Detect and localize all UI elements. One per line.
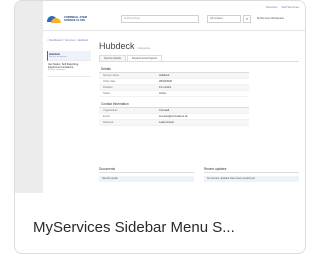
- row-value: Active: [159, 92, 167, 95]
- contact-row: Relevant Lead contact: [99, 120, 249, 126]
- row-value: Cornwall: [159, 109, 170, 112]
- thumbnail: Services Self Services CORNWALL STEM SCI…: [15, 1, 305, 193]
- documents-title: Documents: [99, 167, 194, 173]
- row-key: Service name: [103, 74, 119, 77]
- contact-section: Contact information Organisation Cornwall…: [99, 101, 249, 126]
- sidebar-item-hubdeck: Hubdeck Service navigation: [47, 51, 91, 61]
- row-value: Lead contact: [159, 121, 174, 124]
- search-icon: ⌕: [243, 15, 251, 23]
- row-value: services@cornwall.ac.uk: [159, 115, 188, 118]
- row-value: Hubdeck: [159, 74, 170, 77]
- updates-title: Recent updates: [204, 167, 299, 173]
- contact-title: Contact information: [99, 101, 249, 108]
- updates-row: No service updates have been posted yet: [204, 176, 299, 182]
- row-key: Relevant: [103, 121, 114, 124]
- main-content: Hubdeck Categories Service details Depar…: [99, 41, 299, 126]
- page-header: CORNWALL STEM SCIENCE CLASS Find Anythin…: [43, 9, 305, 31]
- row-value: 28/10/2020: [159, 80, 172, 83]
- template-card[interactable]: Services Self Services CORNWALL STEM SCI…: [14, 0, 306, 254]
- tab-service-details: Service details: [99, 55, 126, 61]
- logo-text: CORNWALL STEM SCIENCE CLASS: [64, 16, 87, 22]
- row-key: Order date: [103, 80, 116, 83]
- row-key: Email: [103, 115, 110, 118]
- details-section: Details Service name Hubdeck Order date 28…: [99, 66, 249, 97]
- row-value: 12 months: [159, 86, 172, 89]
- sidebar-item-status: Get Status, Self Reporting, Department G…: [47, 61, 91, 77]
- details-row: Status Active: [99, 91, 249, 97]
- page-title-row: Hubdeck Categories: [99, 41, 299, 51]
- logo-icon: [47, 14, 61, 24]
- tab-departmental-support: Departmental Support: [126, 55, 163, 61]
- sidebar-item-sub: Browse categories: [48, 69, 66, 71]
- page-title-small: Categories: [137, 47, 151, 50]
- updates-panel: Recent updates No service updates have b…: [204, 167, 299, 182]
- user-menu: MyServices Workspace: [257, 17, 285, 20]
- card-caption[interactable]: MyServices Sidebar Menu S...: [33, 219, 298, 236]
- row-key: Organisation: [103, 109, 118, 112]
- logo: CORNWALL STEM SCIENCE CLASS: [47, 11, 105, 27]
- details-title: Details: [99, 66, 249, 73]
- page-title: Hubdeck: [99, 41, 135, 51]
- sidebar: Hubdeck Service navigation Get Status, S…: [47, 51, 91, 77]
- search-input: Find Anything: [121, 15, 199, 23]
- tab-bar: Service details Departmental Support: [99, 55, 299, 62]
- documents-row: Service guide: [99, 176, 194, 182]
- row-key: Status: [103, 92, 111, 95]
- documents-panel: Documents Service guide: [99, 167, 194, 182]
- content-select: All Content: [207, 15, 241, 23]
- bottom-panels: Documents Service guide Recent updates N…: [99, 167, 299, 182]
- sidebar-item-sub: Service navigation: [49, 56, 67, 58]
- screenshot-page: Services Self Services CORNWALL STEM SCI…: [43, 1, 305, 193]
- row-key: Duration: [103, 86, 113, 89]
- breadcrumb: < Dashboard > Services > Hubdeck: [47, 39, 89, 42]
